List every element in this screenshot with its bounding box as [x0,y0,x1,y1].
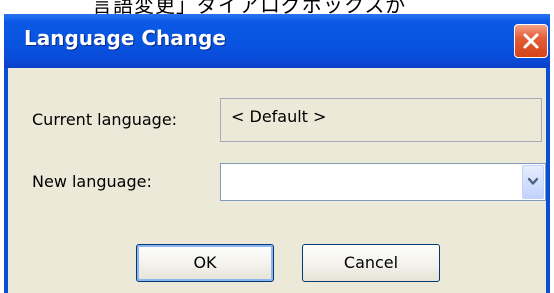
dropdown-button[interactable] [522,165,544,199]
background-document-strip: 言語変更」ダイアログボックスが [0,0,554,14]
dialog-body: Current language: < Default > New langua… [8,68,546,293]
ok-button[interactable]: OK [136,244,274,282]
current-language-value: < Default > [231,107,327,126]
new-language-label: New language: [32,172,152,191]
chevron-down-icon [527,177,539,185]
background-caption: 言語変更」ダイアログボックスが [92,0,407,14]
title-bar[interactable]: Language Change [4,14,550,68]
close-icon [523,33,539,49]
cancel-button[interactable]: Cancel [302,244,440,282]
current-language-field: < Default > [220,98,542,142]
close-button[interactable] [514,24,548,58]
language-change-dialog: Language Change Current language: < Defa… [4,14,550,293]
new-language-dropdown[interactable] [220,163,546,201]
dialog-title: Language Change [24,26,226,50]
current-language-label: Current language: [32,110,178,129]
